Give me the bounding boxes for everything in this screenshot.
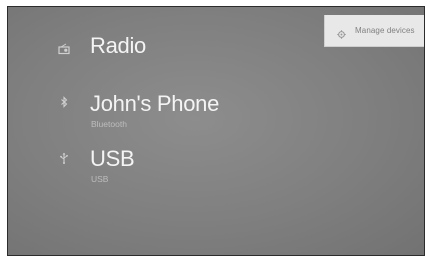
source-subtitle: USB (91, 174, 109, 184)
source-title: John's Phone (90, 91, 220, 116)
source-item-johns-phone[interactable]: John's Phone Bluetooth (8, 91, 308, 139)
source-title: Radio (90, 33, 146, 58)
bluetooth-icon (58, 95, 70, 108)
manage-devices-label: Manage devices (355, 26, 415, 35)
radio-icon (58, 42, 70, 55)
gear-icon (337, 26, 346, 39)
source-list-screen: Manage devices Radio John's Phone Blueto… (7, 6, 425, 256)
source-item-usb[interactable]: USB USB (8, 146, 308, 194)
source-title: USB (90, 146, 135, 171)
manage-devices-button[interactable]: Manage devices (324, 15, 424, 47)
source-item-radio[interactable]: Radio (8, 33, 308, 63)
usb-icon (58, 151, 70, 164)
source-subtitle: Bluetooth (91, 119, 127, 129)
